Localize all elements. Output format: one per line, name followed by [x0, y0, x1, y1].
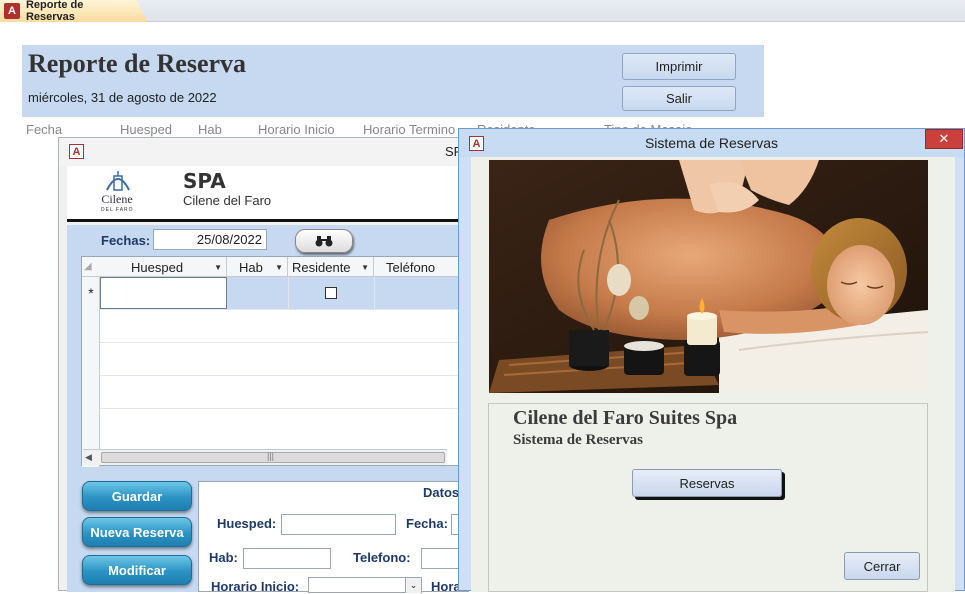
- huesped-label: Huesped:: [217, 516, 277, 531]
- dropdown-arrow-icon[interactable]: ▼: [361, 263, 369, 272]
- report-date: miércoles, 31 de agosto de 2022: [28, 90, 217, 105]
- col-telefono-label: Teléfono: [386, 259, 436, 275]
- report-col-horario-inicio: Horario Inicio: [258, 122, 335, 137]
- close-icon: ✕: [938, 131, 950, 146]
- access-form-icon: A: [469, 136, 484, 151]
- guardar-button[interactable]: Guardar: [82, 481, 192, 511]
- row-divider: [100, 342, 470, 343]
- report-col-horario-termino: Horario Termino: [363, 122, 456, 137]
- print-button[interactable]: Imprimir: [622, 53, 736, 80]
- cell-divider: [374, 277, 375, 309]
- row-divider: [100, 375, 470, 376]
- logo-subtext: DEL FARO: [101, 207, 134, 213]
- select-all-corner[interactable]: ◢: [84, 261, 96, 273]
- sistema-window-title: Sistema de Reservas: [644, 135, 779, 151]
- reservations-datasheet[interactable]: ◢ Huesped ▼ Hab ▼ Residente ▼ Teléfono▼ * ◀…: [81, 256, 470, 467]
- report-col-hab: Hab: [198, 122, 222, 137]
- datos-title: Datos: [423, 485, 460, 500]
- nueva-reserva-button[interactable]: Nueva Reserva: [82, 517, 192, 547]
- document-tab-bar: A Reporte de Reservas: [0, 0, 965, 22]
- row-divider: [100, 309, 470, 310]
- hab-field[interactable]: [243, 548, 331, 569]
- scroll-left-icon[interactable]: ◀: [85, 452, 92, 463]
- col-huesped[interactable]: Huesped ▼: [100, 257, 227, 277]
- tab-reporte-de-reservas[interactable]: A Reporte de Reservas: [0, 0, 148, 22]
- spa-form-window: A SPA Cilene DEL FARO SPA Cilene del Far…: [58, 137, 470, 594]
- spa-subtitle: Cilene del Faro: [183, 193, 272, 208]
- hora-label: Hora: [431, 579, 461, 594]
- col-hab[interactable]: Hab ▼: [227, 257, 288, 277]
- datasheet-header: ◢ Huesped ▼ Hab ▼ Residente ▼ Teléfono▼: [82, 257, 470, 277]
- spa-massage-photo: [489, 160, 928, 393]
- search-binoculars-button[interactable]: [295, 229, 353, 253]
- spa-form-header: Cilene DEL FARO SPA Cilene del Faro: [67, 166, 469, 222]
- sistema-client-area: Cilene del Faro Suites Spa Sistema de Re…: [471, 157, 955, 592]
- horizontal-scrollbar[interactable]: ◀ |||: [83, 449, 447, 465]
- logo-text: Cilene: [101, 192, 133, 206]
- report-header: Reporte de Reserva miércoles, 31 de agos…: [22, 45, 764, 117]
- close-window-button[interactable]: ✕: [925, 129, 963, 149]
- col-telefono[interactable]: Teléfono▼: [374, 257, 470, 277]
- col-residente-label: Residente: [292, 259, 351, 275]
- new-row-selection: [227, 277, 470, 309]
- tab-label: Reporte de Reservas: [25, 0, 84, 23]
- sistema-info-panel: Cilene del Faro Suites Spa Sistema de Re…: [488, 403, 928, 592]
- report-col-fecha: Fecha: [26, 122, 63, 137]
- residente-checkbox[interactable]: [325, 287, 337, 299]
- report-title: Reporte de Reserva: [28, 49, 247, 78]
- new-row-huesped-cell[interactable]: [100, 277, 227, 309]
- sistema-titlebar[interactable]: A Sistema de Reservas: [459, 129, 964, 157]
- massage-scene-image: [489, 160, 928, 393]
- col-huesped-label: Huesped: [131, 259, 184, 275]
- fecha-label: Fecha:: [406, 516, 448, 531]
- row-divider: [100, 408, 470, 409]
- horario-inicio-label: Horario Inicio:: [211, 579, 300, 594]
- dropdown-arrow-icon[interactable]: ▼: [214, 263, 222, 272]
- reservas-button[interactable]: Reservas: [632, 469, 782, 497]
- sistema-company-name: Cilene del Faro Suites Spa: [513, 407, 738, 429]
- col-residente[interactable]: Residente ▼: [288, 257, 374, 277]
- binoculars-icon: [315, 236, 333, 247]
- access-form-icon: A: [69, 144, 84, 159]
- exit-button[interactable]: Salir: [622, 86, 736, 111]
- cell-divider: [288, 277, 289, 309]
- sistema-reservas-window: A Sistema de Reservas ✕ Cilene del Faro …: [458, 128, 965, 592]
- cerrar-button[interactable]: Cerrar: [844, 552, 920, 580]
- col-hab-label: Hab: [239, 259, 263, 275]
- fechas-label: Fechas:: [101, 233, 151, 248]
- lighthouse-logo-icon: [106, 171, 130, 191]
- hab-label: Hab:: [209, 550, 238, 565]
- report-col-huesped: Huesped: [120, 122, 173, 137]
- modificar-button[interactable]: Modificar: [82, 555, 192, 585]
- access-app-icon: A: [4, 3, 20, 19]
- spa-window-titlebar[interactable]: A SPA: [59, 138, 470, 166]
- spa-form-body: Fechas: 25/08/2022 ◢ Huesped ▼ Hab ▼ Resid…: [67, 225, 470, 594]
- datos-panel: Datos Huesped: Fecha: Hab: Telefono: Hor…: [198, 481, 470, 594]
- huesped-field[interactable]: [281, 514, 396, 535]
- sistema-subtitle: Sistema de Reservas: [513, 432, 643, 448]
- dropdown-arrow-icon[interactable]: ▼: [275, 263, 283, 272]
- new-record-marker: *: [88, 285, 94, 301]
- spa-title: SPA: [183, 169, 226, 193]
- telefono-label: Telefono:: [353, 550, 411, 565]
- fechas-input[interactable]: 25/08/2022: [153, 229, 267, 250]
- scroll-grip-icon: |||: [267, 451, 275, 461]
